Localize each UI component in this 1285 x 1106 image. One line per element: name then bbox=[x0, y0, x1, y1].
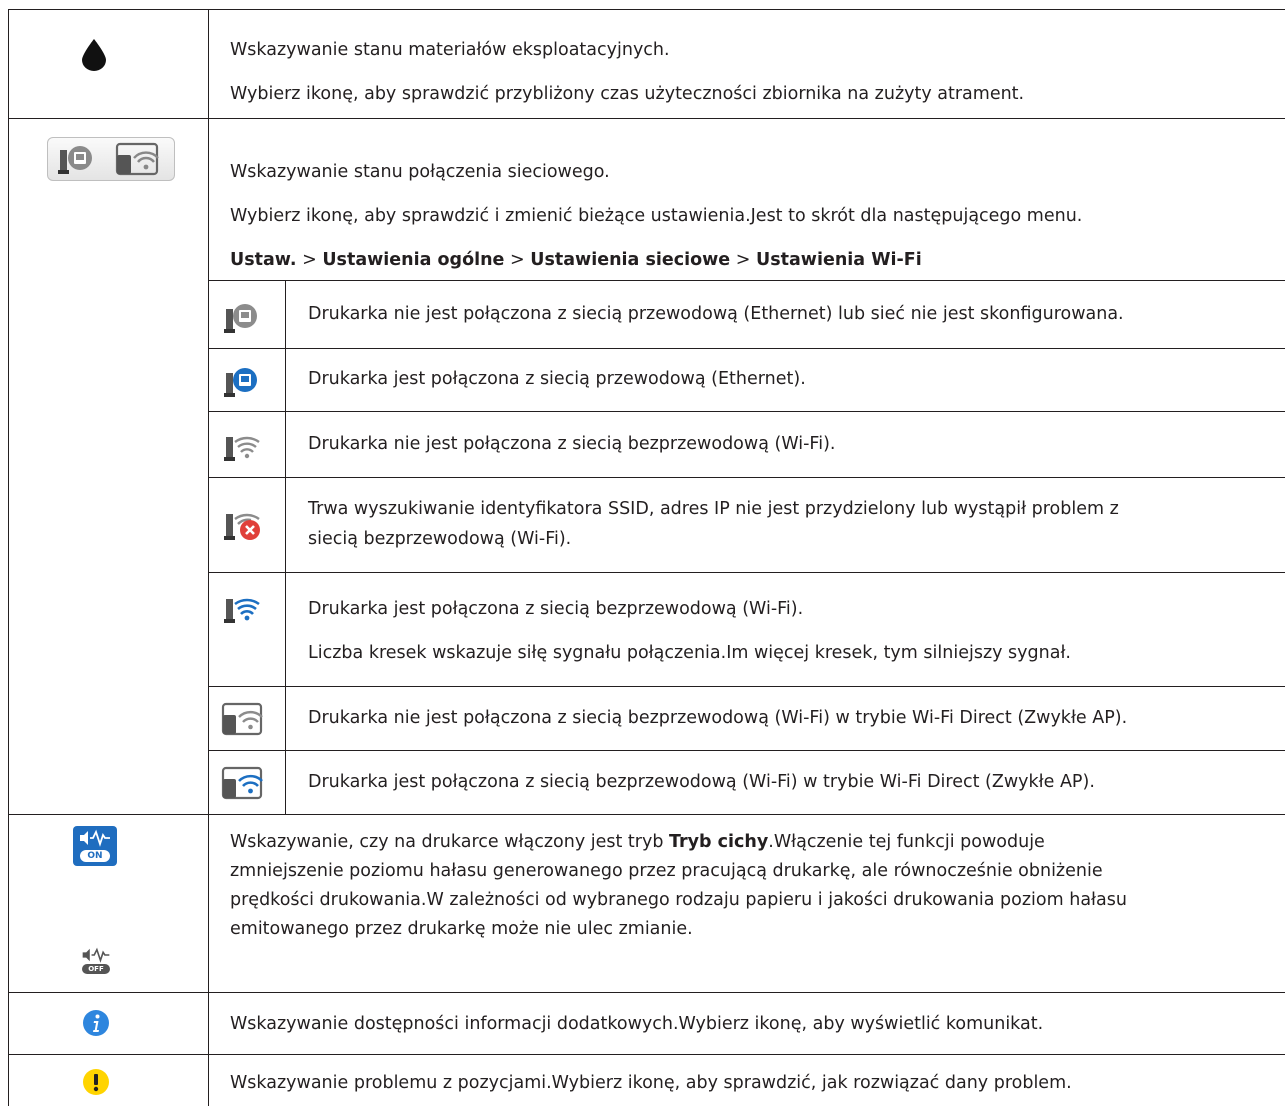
sub-row-text: Drukarka jest połączona z siecią przewod… bbox=[308, 369, 806, 389]
menu-path-item: Ustawienia Wi-Fi bbox=[756, 250, 922, 270]
sub-row-text: siecią bezprzewodową (Wi-Fi). bbox=[308, 529, 572, 549]
wifi-connected-icon bbox=[224, 598, 260, 623]
network-row-line2: Wybierz ikonę, aby sprawdzić i zmienić b… bbox=[230, 206, 1083, 226]
sub-row-text: Drukarka jest połączona z siecią bezprze… bbox=[308, 772, 1095, 792]
sub-row-text: Liczba kresek wskazuje siłę sygnału połą… bbox=[308, 643, 1071, 663]
ethernet-connected-icon bbox=[224, 368, 257, 397]
quiet-mode-off-icon[interactable]: OFF bbox=[80, 947, 112, 975]
wifi-disconnected-icon bbox=[224, 436, 260, 461]
ink-drop-icon[interactable] bbox=[77, 37, 111, 71]
sub-row-text: Drukarka nie jest połączona z siecią bez… bbox=[308, 434, 836, 454]
quiet-mode-on-icon[interactable]: ON bbox=[73, 826, 117, 866]
wifi-direct-disconnected-icon bbox=[221, 702, 263, 736]
ethernet-disconnected-icon bbox=[224, 304, 257, 333]
network-row-line1: Wskazywanie stanu połączenia sieciowego. bbox=[230, 162, 610, 182]
sub-row-text: Drukarka jest połączona z siecią bezprze… bbox=[308, 599, 804, 619]
quiet-mode-name: Tryb cichy bbox=[669, 832, 769, 852]
menu-path: Ustaw. > Ustawienia ogólne > Ustawienia … bbox=[230, 248, 922, 272]
menu-path-item: Ustawienia sieciowe bbox=[530, 250, 731, 270]
quiet-on-label: ON bbox=[80, 850, 110, 862]
wifi-error-icon bbox=[224, 513, 260, 540]
wifi-direct-connected-icon bbox=[221, 766, 263, 800]
sub-row-text: Trwa wyszukiwanie identyfikatora SSID, a… bbox=[308, 499, 1119, 519]
sub-row-text: Drukarka nie jest połączona z siecią prz… bbox=[308, 304, 1124, 324]
info-icon[interactable] bbox=[82, 1009, 110, 1037]
menu-path-separator: > bbox=[302, 250, 317, 270]
ink-row-line1: Wskazywanie stanu materiałów eksploatacy… bbox=[230, 40, 670, 60]
sub-row-text: Drukarka nie jest połączona z siecią bez… bbox=[308, 708, 1128, 728]
info-row-text: Wskazywanie dostępności informacji dodat… bbox=[230, 1014, 1044, 1034]
menu-path-separator: > bbox=[510, 250, 525, 270]
ink-row-line2: Wybierz ikonę, aby sprawdzić przybliżony… bbox=[230, 84, 1025, 104]
menu-path-separator: > bbox=[735, 250, 751, 270]
menu-path-item: Ustaw. bbox=[230, 250, 297, 270]
alert-row-text: Wskazywanie problemu z pozycjami.Wybierz… bbox=[230, 1073, 1072, 1093]
alert-icon[interactable] bbox=[82, 1068, 110, 1096]
menu-path-item: Ustawienia ogólne bbox=[322, 250, 505, 270]
quiet-off-label: OFF bbox=[82, 964, 110, 974]
network-status-icon[interactable] bbox=[47, 137, 175, 181]
quiet-mode-description: Wskazywanie, czy na drukarce włączony je… bbox=[230, 832, 1127, 939]
